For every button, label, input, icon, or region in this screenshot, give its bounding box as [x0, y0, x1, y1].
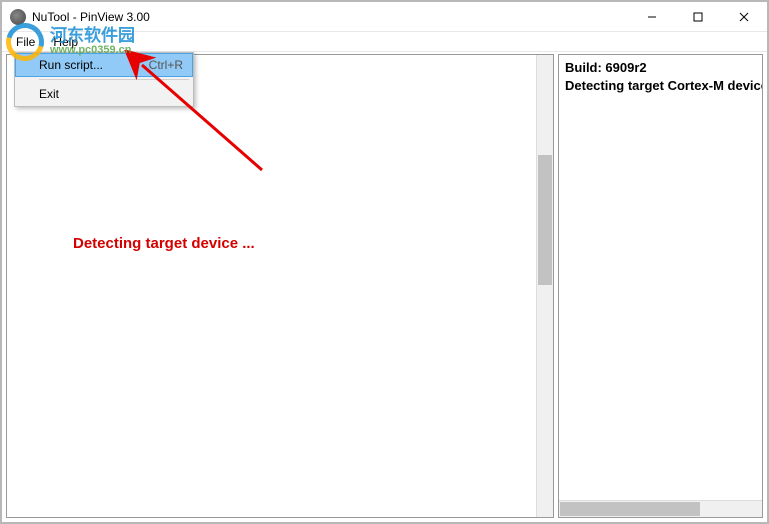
scrollbar-thumb[interactable] [560, 502, 700, 516]
close-icon [739, 12, 749, 22]
window-title: NuTool - PinView 3.00 [32, 10, 629, 24]
window-controls [629, 2, 767, 31]
menu-separator [39, 79, 189, 80]
close-button[interactable] [721, 2, 767, 31]
vertical-scrollbar[interactable] [536, 55, 553, 517]
content-area: Detecting target device ... Build: 6909r… [6, 54, 763, 518]
menu-item-label: Run script... [39, 58, 149, 72]
minimize-button[interactable] [629, 2, 675, 31]
main-pane: Detecting target device ... [6, 54, 554, 518]
menu-help[interactable]: Help [45, 33, 86, 51]
scrollbar-thumb[interactable] [538, 155, 552, 285]
horizontal-scrollbar[interactable] [559, 500, 762, 517]
maximize-button[interactable] [675, 2, 721, 31]
log-pane: Build: 6909r2 Detecting target Cortex-M … [558, 54, 763, 518]
menu-file[interactable]: File [8, 33, 43, 51]
log-line: Detecting target Cortex-M device [565, 77, 756, 95]
menu-item-shortcut: Ctrl+R [149, 58, 183, 72]
menubar: File Help [2, 32, 767, 52]
app-icon [10, 9, 26, 25]
maximize-icon [693, 12, 703, 22]
detecting-status-text: Detecting target device ... [73, 235, 255, 252]
menu-run-script[interactable]: Run script... Ctrl+R [15, 53, 193, 77]
file-dropdown-menu: Run script... Ctrl+R Exit [14, 52, 194, 107]
menu-exit[interactable]: Exit [15, 82, 193, 106]
minimize-icon [647, 12, 657, 22]
menu-item-label: Exit [39, 87, 183, 101]
titlebar: NuTool - PinView 3.00 [2, 2, 767, 32]
log-line: Build: 6909r2 [565, 59, 756, 77]
